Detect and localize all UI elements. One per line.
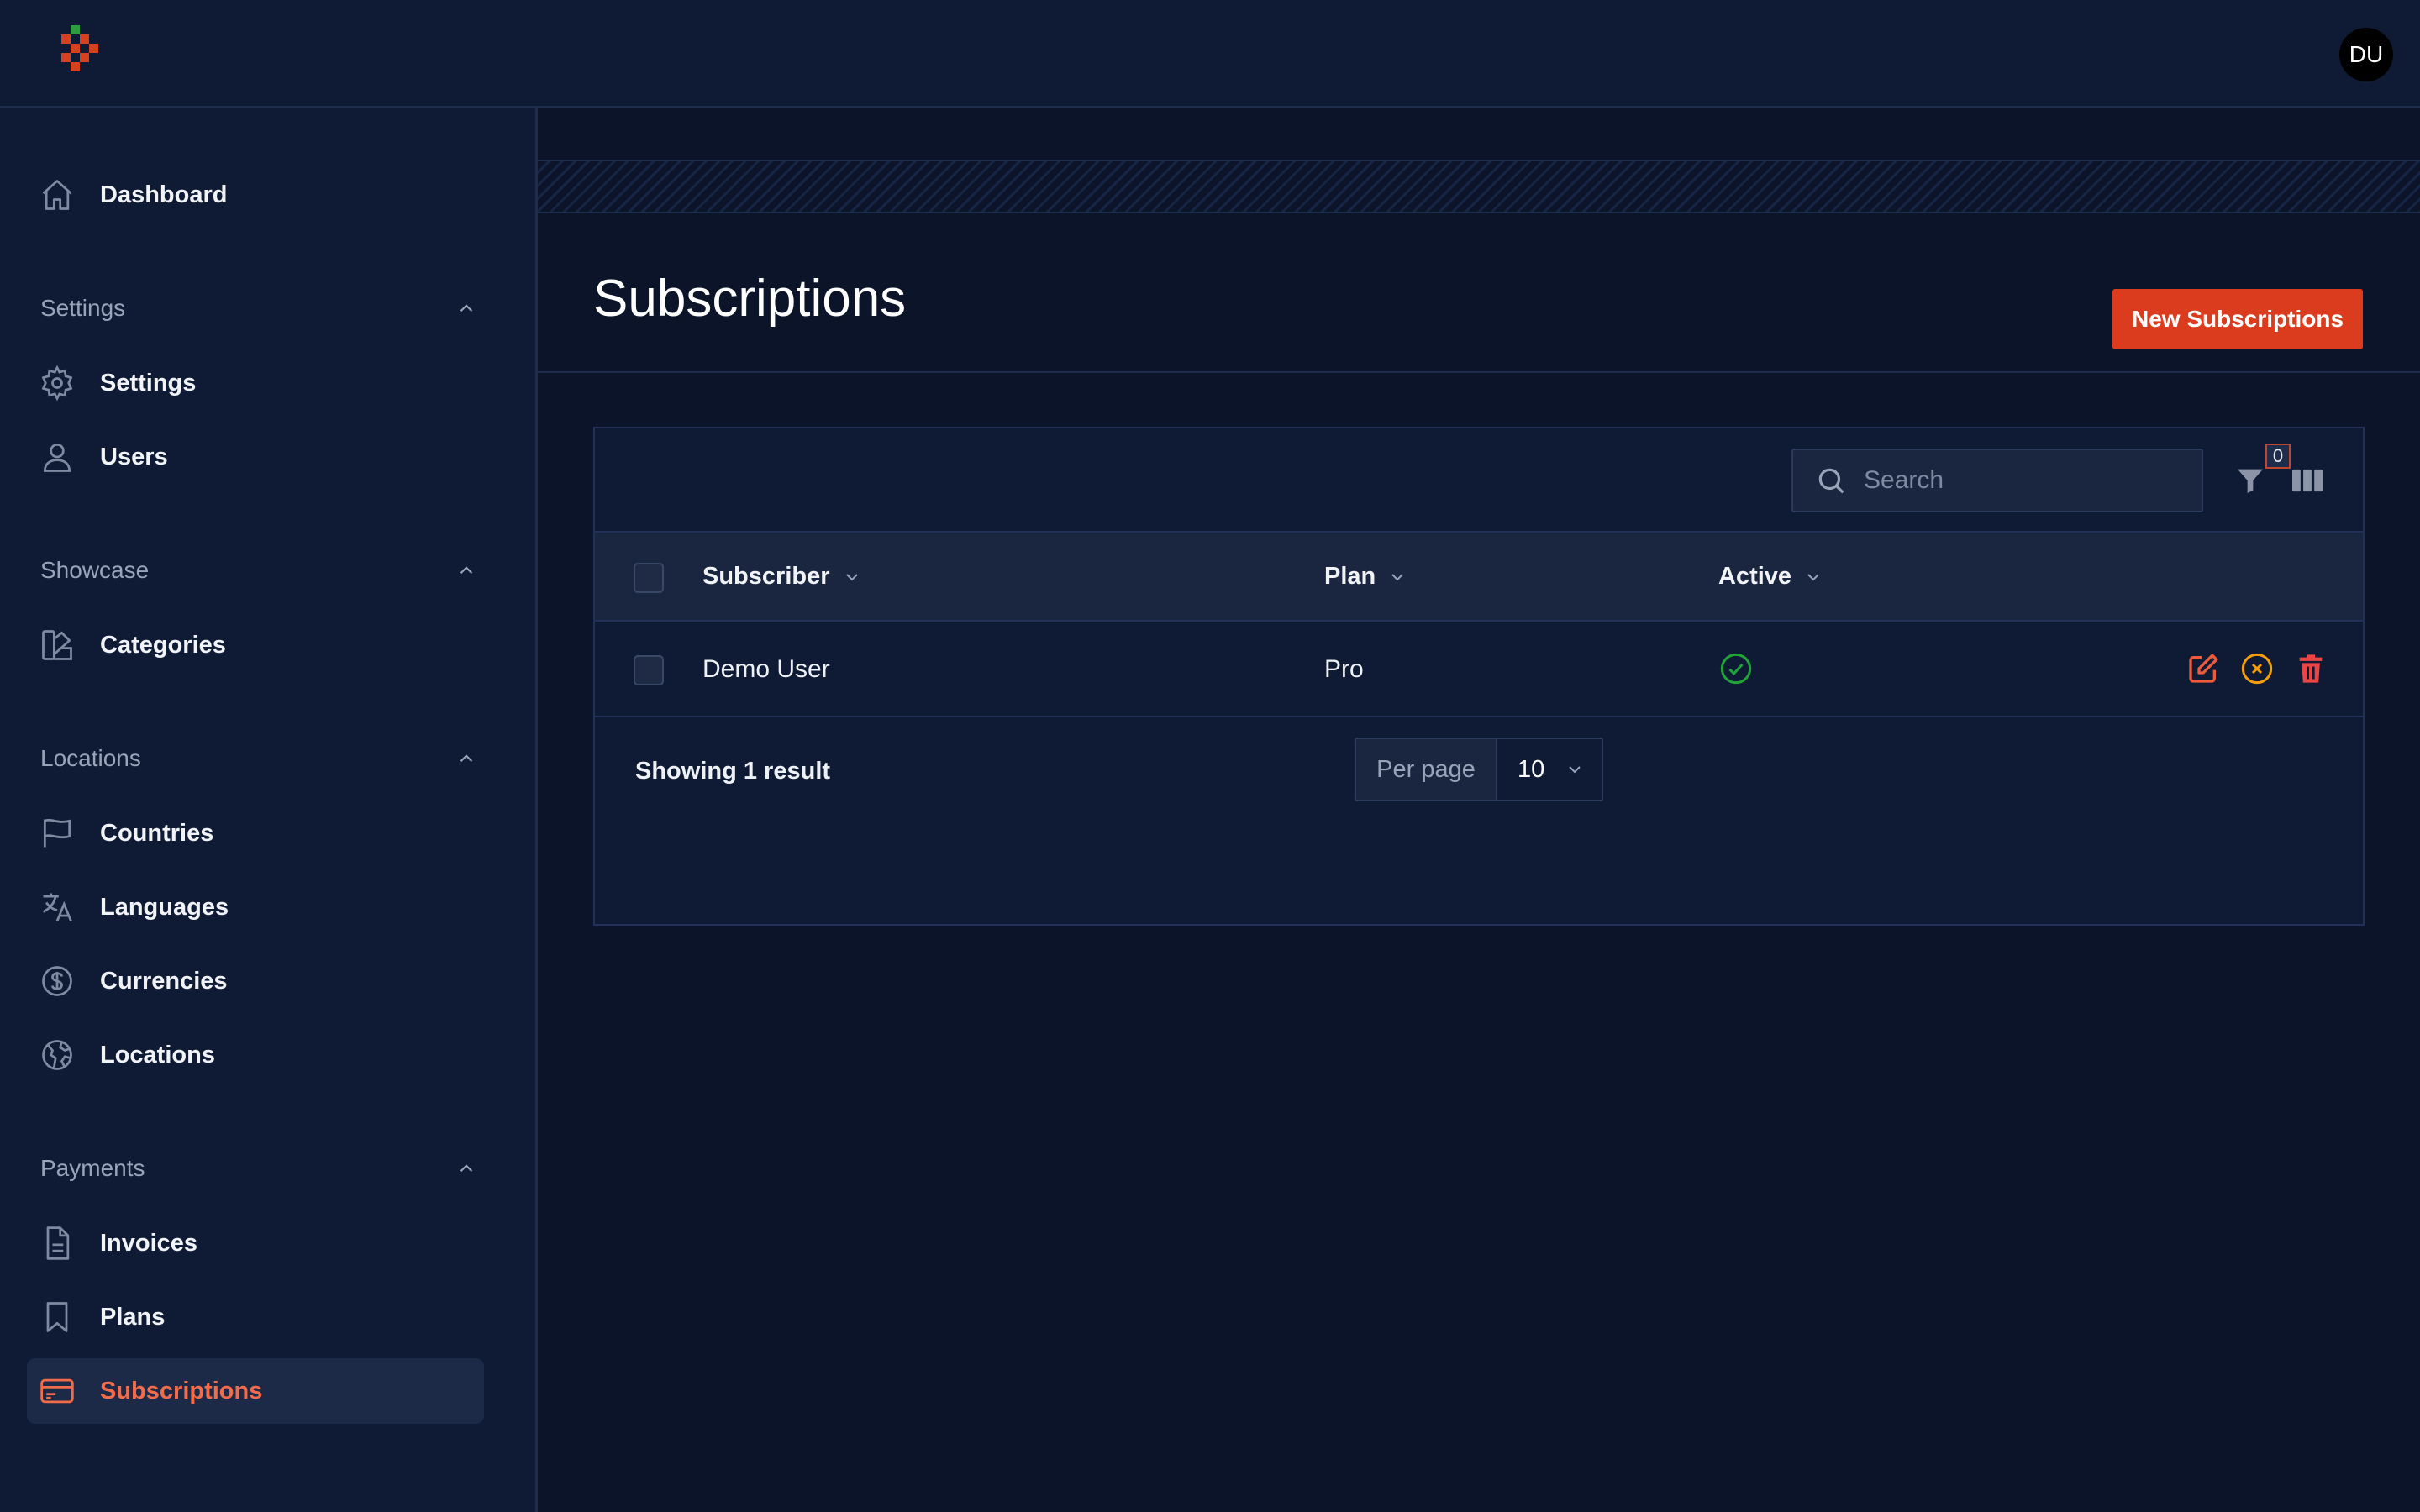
sidebar-item-plans[interactable]: Plans [27,1284,484,1350]
sidebar-item-label: Settings [100,369,197,396]
sidebar-item-label: Dashboard [100,181,228,208]
subscriptions-table: 0 Subscriber Plan Active Demo User Pro [593,427,2365,926]
chevron-down-icon [1392,573,1403,580]
cancel-circle-icon[interactable] [2240,652,2274,685]
row-checkbox[interactable] [634,655,664,685]
globe-icon [27,1037,87,1074]
sidebar-group-payments[interactable]: Payments [40,1152,477,1185]
sidebar-item-subscriptions[interactable]: Subscriptions [27,1358,484,1424]
sidebar-item-label: Plans [100,1303,166,1331]
group-title: Showcase [40,557,150,583]
bookmark-icon [27,1299,87,1336]
result-count: Showing 1 result [635,758,831,785]
column-label: Subscriber [702,563,830,590]
edit-icon[interactable] [2186,652,2220,685]
sidebar-item-label: Currencies [100,967,228,995]
sidebar-item-label: Categories [100,631,226,659]
user-icon [27,438,87,475]
sidebar-item-languages[interactable]: Languages [27,874,484,940]
table-footer: Showing 1 result Per page 10 [595,717,2363,820]
per-page-dropdown[interactable]: 10 [1497,739,1602,800]
sidebar: Dashboard Settings Settings Users Showca… [0,108,538,1512]
group-title: Locations [40,745,141,771]
plan-cell: Pro [1324,655,1364,683]
check-circle-icon [1720,653,1752,685]
filter-icon[interactable] [2233,462,2267,499]
gear-icon [27,365,87,402]
group-title: Payments [40,1155,145,1181]
select-all-checkbox[interactable] [634,563,664,593]
top-bar: DU [0,0,2420,108]
sidebar-item-invoices[interactable]: Invoices [27,1210,484,1276]
translate-icon [27,889,87,926]
chevron-up-icon [460,566,473,575]
sidebar-group-locations[interactable]: Locations [40,742,477,775]
columns-icon[interactable] [2291,465,2324,496]
avatar[interactable]: DU [2339,28,2393,81]
sidebar-item-label: Subscriptions [100,1377,263,1404]
logo[interactable] [55,25,106,84]
swatch-icon [27,627,87,664]
sidebar-item-locations[interactable]: Locations [27,1022,484,1088]
column-label: Active [1718,563,1792,590]
sidebar-item-users[interactable]: Users [27,424,484,490]
search-input[interactable] [1864,466,2183,495]
main-content: Subscriptions New Subscriptions 0 Subscr… [538,108,2420,1512]
column-header-active[interactable]: Active [1718,563,1823,591]
new-subscription-button[interactable]: New Subscriptions [2112,289,2363,349]
table-header: Subscriber Plan Active [595,531,2363,622]
column-label: Plan [1324,563,1376,590]
credit-card-icon [27,1373,87,1410]
per-page-label: Per page [1356,739,1497,800]
document-icon [27,1225,87,1262]
chevron-up-icon [460,754,473,763]
sidebar-item-label: Invoices [100,1229,198,1257]
dollar-icon [27,963,87,1000]
per-page-select[interactable]: Per page 10 [1355,738,1603,801]
top-strip [538,108,2420,161]
sidebar-item-currencies[interactable]: Currencies [27,948,484,1014]
sidebar-item-label: Locations [100,1041,215,1068]
trash-icon[interactable] [2294,652,2328,685]
chevron-down-icon [1569,766,1581,774]
sidebar-item-countries[interactable]: Countries [27,801,484,866]
subscriber-cell: Demo User [702,655,830,683]
page-title: Subscriptions [593,270,907,328]
group-title: Settings [40,295,126,321]
flag-icon [27,815,87,852]
table-row[interactable]: Demo User Pro [595,622,2363,717]
sidebar-item-label: Languages [100,893,229,921]
divider [538,371,2420,373]
sidebar-item-label: Users [100,443,168,470]
column-header-subscriber[interactable]: Subscriber [702,563,862,591]
home-icon [27,176,87,213]
sidebar-group-showcase[interactable]: Showcase [40,554,477,587]
sidebar-item-label: Countries [100,819,214,847]
search-box[interactable] [1791,449,2203,512]
chevron-down-icon [1807,573,1819,580]
column-header-plan[interactable]: Plan [1324,563,1407,591]
sidebar-item-categories[interactable]: Categories [27,612,484,678]
per-page-value: 10 [1518,755,1545,783]
chevron-down-icon [845,573,858,580]
filter-count-badge: 0 [2265,444,2291,469]
sidebar-item-settings[interactable]: Settings [27,350,484,416]
search-icon [1818,468,1844,494]
striped-banner [538,161,2420,213]
chevron-up-icon [460,1164,473,1173]
chevron-up-icon [460,304,473,312]
sidebar-item-dashboard[interactable]: Dashboard [27,162,484,228]
sidebar-group-settings[interactable]: Settings [40,291,477,325]
